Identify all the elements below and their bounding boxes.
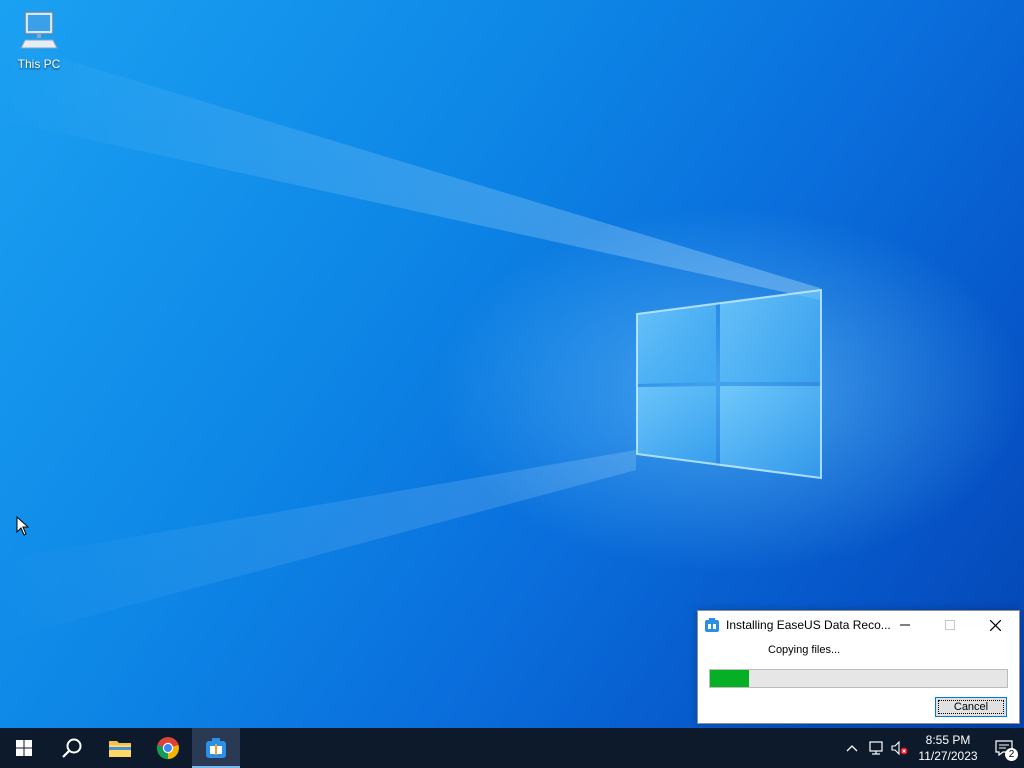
desktop-icon-label: This PC xyxy=(17,57,61,71)
minimize-button[interactable] xyxy=(882,611,927,639)
clock-time: 8:55 PM xyxy=(925,733,971,747)
mouse-cursor-icon xyxy=(16,516,30,536)
install-status-text: Copying files... xyxy=(768,644,841,656)
windows-logo-icon xyxy=(16,740,32,756)
maximize-icon xyxy=(944,620,955,630)
desktop-icon-this-pc[interactable]: This PC xyxy=(10,8,68,71)
close-button[interactable] xyxy=(973,611,1018,639)
dialog-titlebar[interactable]: Installing EaseUS Data Reco... xyxy=(698,611,1019,639)
minimize-icon xyxy=(899,624,910,626)
progress-fill xyxy=(710,670,749,687)
easeus-installer-taskbar-button[interactable] xyxy=(192,728,240,768)
chrome-button[interactable] xyxy=(144,728,192,768)
chrome-icon xyxy=(156,737,179,760)
folder-icon xyxy=(109,741,131,757)
search-icon xyxy=(62,738,82,758)
clock[interactable]: 8:55 PM 11/27/2023 xyxy=(912,732,984,764)
installer-icon xyxy=(705,618,719,632)
installer-dialog[interactable]: Installing EaseUS Data Reco... Copying f… xyxy=(697,610,1020,724)
start-button[interactable] xyxy=(0,728,48,768)
system-tray: 8:55 PM 11/27/2023 2 xyxy=(840,728,1024,768)
cancel-button[interactable]: Cancel xyxy=(935,697,1007,717)
close-icon xyxy=(990,619,1001,631)
install-progress-bar xyxy=(709,669,1008,688)
chevron-up-icon xyxy=(846,745,858,752)
clock-date: 11/27/2023 xyxy=(918,749,978,763)
taskbar: 8:55 PM 11/27/2023 2 xyxy=(0,728,1024,768)
volume-muted-icon xyxy=(891,741,908,755)
action-center-button[interactable]: 2 xyxy=(984,728,1024,768)
network-button[interactable] xyxy=(864,728,888,768)
maximize-button xyxy=(927,611,972,639)
search-button[interactable] xyxy=(48,728,96,768)
installer-icon xyxy=(206,738,226,758)
dialog-title: Installing EaseUS Data Reco... xyxy=(726,618,891,632)
show-hidden-icons-button[interactable] xyxy=(840,728,864,768)
network-icon xyxy=(869,741,883,755)
notification-count-badge: 2 xyxy=(1005,748,1018,761)
computer-icon xyxy=(20,11,58,49)
volume-button[interactable] xyxy=(888,728,912,768)
file-explorer-button[interactable] xyxy=(96,728,144,768)
